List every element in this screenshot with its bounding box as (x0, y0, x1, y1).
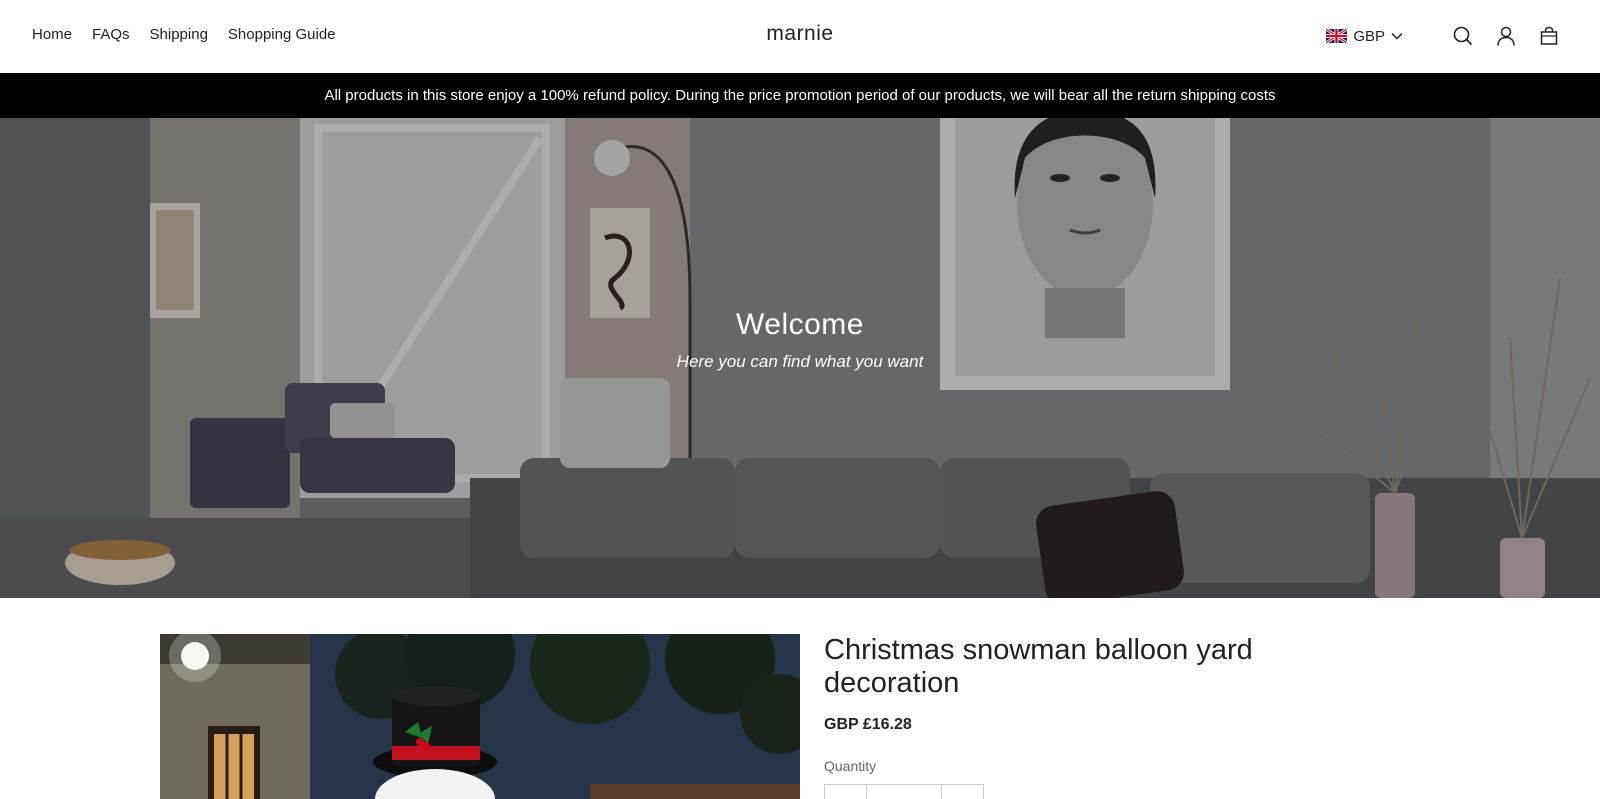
quantity-decrease-button[interactable]: − (825, 785, 867, 799)
quantity-stepper: − 1 + (824, 784, 984, 799)
hero-text: Welcome Here you can find what you want (0, 308, 1600, 372)
nav-home[interactable]: Home (32, 26, 72, 43)
announcement-text: All products in this store enjoy a 100% … (324, 87, 1276, 104)
hero-banner: Welcome Here you can find what you want (0, 118, 1600, 598)
nav-shipping[interactable]: Shipping (150, 26, 208, 43)
nav-shopping-guide[interactable]: Shopping Guide (228, 26, 336, 43)
announcement-bar: All products in this store enjoy a 100% … (0, 73, 1600, 118)
nav-faqs[interactable]: FAQs (92, 26, 130, 43)
currency-selector[interactable]: GBP (1326, 27, 1403, 45)
search-icon[interactable] (1452, 25, 1474, 47)
quantity-input[interactable]: 1 (867, 785, 941, 799)
product-info: Christmas snowman balloon yard decoratio… (824, 634, 1344, 799)
currency-label: GBP (1353, 27, 1385, 45)
quantity-label: Quantity (824, 758, 877, 774)
chevron-down-icon (1391, 27, 1403, 45)
hero-title: Welcome (736, 308, 864, 341)
account-icon[interactable] (1495, 25, 1517, 47)
store-logo[interactable]: marnie (766, 22, 833, 45)
cart-icon[interactable] (1538, 25, 1560, 47)
header-actions: GBP (1326, 22, 1560, 50)
product-price: GBP £16.28 (824, 716, 912, 733)
uk-flag-icon (1326, 29, 1348, 43)
product-image[interactable] (160, 634, 800, 799)
main-nav: Home FAQs Shipping Shopping Guide (32, 26, 336, 43)
hero-subtitle: Here you can find what you want (676, 352, 924, 371)
site-header: Home FAQs Shipping Shopping Guide marnie… (0, 0, 1600, 73)
product-title: Christmas snowman balloon yard decoratio… (824, 634, 1253, 699)
quantity-increase-button[interactable]: + (941, 785, 983, 799)
